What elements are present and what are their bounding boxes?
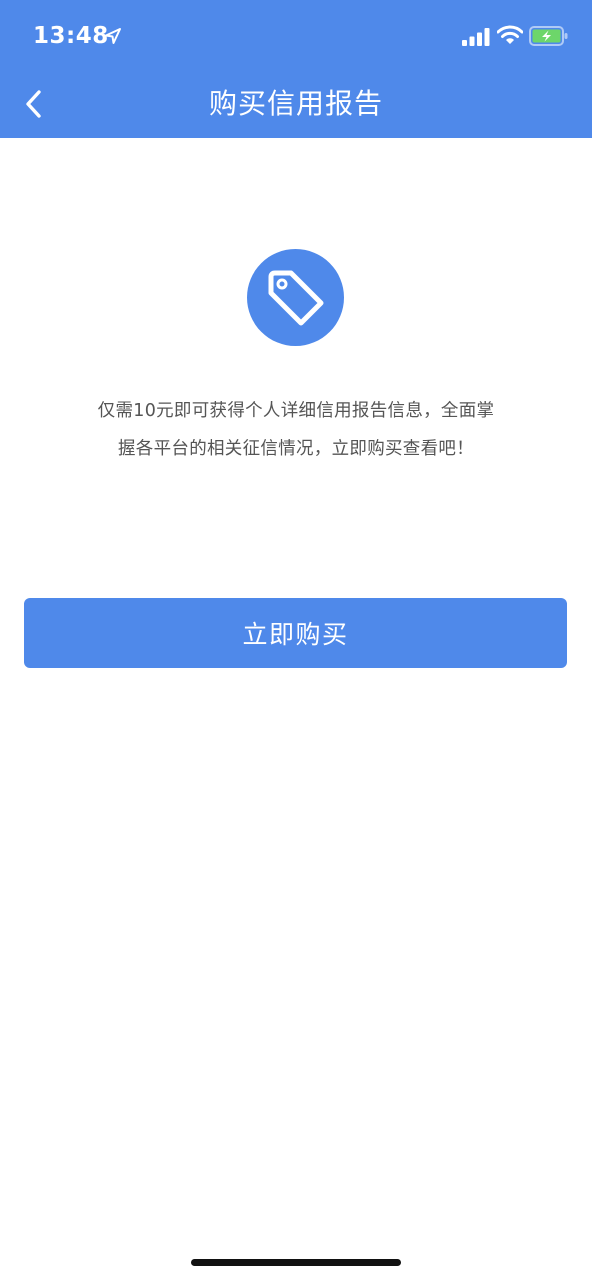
location-arrow-icon xyxy=(105,28,121,44)
cellular-signal-icon xyxy=(462,28,490,46)
description-line-1: 仅需10元即可获得个人详细信用报告信息，全面掌 xyxy=(97,401,495,421)
tag-badge xyxy=(247,249,344,346)
battery-charging-icon xyxy=(529,26,568,46)
status-time: 13:48 xyxy=(33,23,109,49)
description-line-2: 握各平台的相关征信情况，立即购买查看吧！ xyxy=(118,439,474,459)
header-bar: 13:48 购买信用报告 xyxy=(0,0,592,138)
screen: 13:48 购买信用报告 仅需10元即可获得个人详细信用报告信息，全面掌 握各平… xyxy=(0,0,592,1280)
buy-now-button[interactable]: 立即购买 xyxy=(24,598,567,668)
home-indicator xyxy=(191,1259,401,1266)
wifi-icon xyxy=(497,25,523,44)
price-tag-icon xyxy=(268,270,323,325)
page-title: 购买信用报告 xyxy=(208,87,383,120)
description-text: 仅需10元即可获得个人详细信用报告信息，全面掌 握各平台的相关征信情况，立即购买… xyxy=(60,392,532,468)
